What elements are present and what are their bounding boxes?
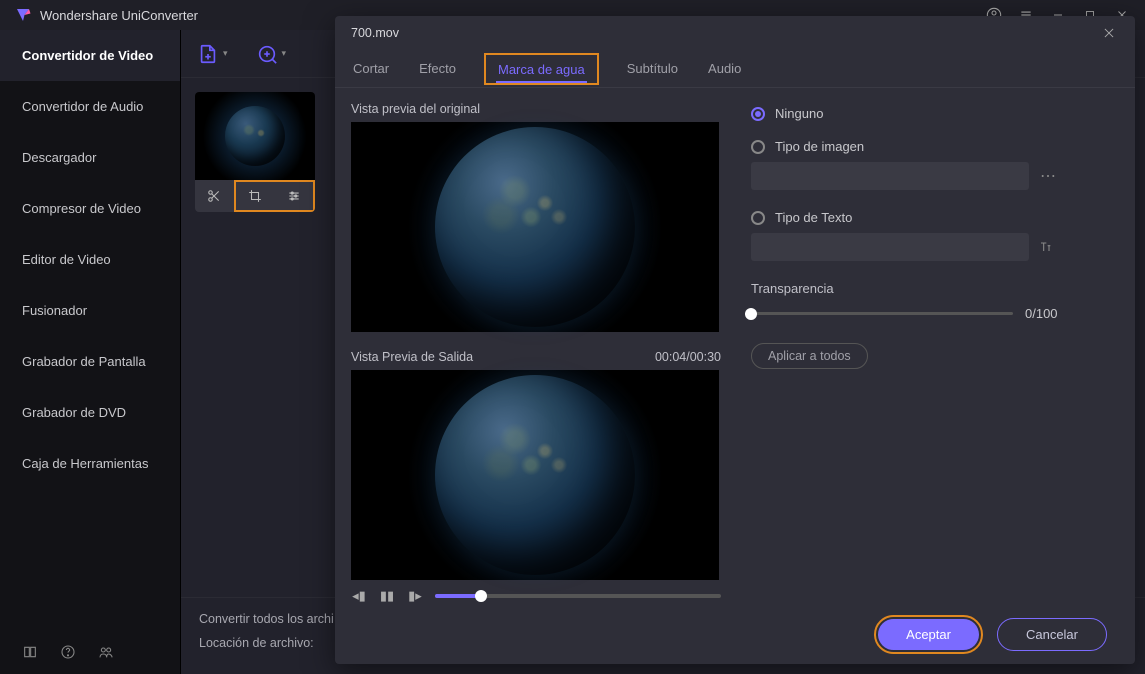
transparency-label: Transparencia <box>751 281 1119 296</box>
thumbnail-preview <box>195 92 315 180</box>
add-file-button[interactable]: ▾ <box>197 43 228 65</box>
transparency-value: 0/100 <box>1025 306 1058 321</box>
browse-image-icon[interactable]: ⋯ <box>1037 166 1059 186</box>
highlighted-accept-wrapper: Aceptar <box>874 615 983 654</box>
app-logo: Wondershare UniConverter <box>14 6 198 24</box>
time-display: 00:04/00:30 <box>655 350 721 364</box>
apply-all-button[interactable]: Aplicar a todos <box>751 343 868 369</box>
tab-watermark[interactable]: Marca de agua <box>496 58 587 83</box>
app-title: Wondershare UniConverter <box>40 8 198 23</box>
transparency-slider[interactable] <box>751 312 1013 315</box>
sidebar-item-downloader[interactable]: Descargador <box>0 132 180 183</box>
output-preview-label: Vista Previa de Salida <box>351 350 473 364</box>
add-url-button[interactable]: ▾ <box>256 43 287 65</box>
sidebar-item-screen-recorder[interactable]: Grabador de Pantalla <box>0 336 180 387</box>
watermark-options: Ninguno Tipo de imagen ⋯ Tipo de Texto <box>751 102 1119 604</box>
playback-slider[interactable] <box>435 594 721 598</box>
radio-text[interactable] <box>751 211 765 225</box>
sidebar-item-merger[interactable]: Fusionador <box>0 285 180 336</box>
pause-icon[interactable]: ▮▮ <box>379 588 395 604</box>
help-icon[interactable] <box>60 644 76 660</box>
text-input[interactable] <box>751 233 1029 261</box>
tab-subtitle[interactable]: Subtítulo <box>625 57 680 80</box>
chevron-down-icon: ▾ <box>223 48 228 59</box>
edit-modal: 700.mov Cortar Efecto Marca de agua Subt… <box>335 16 1135 664</box>
modal-filename: 700.mov <box>351 26 399 40</box>
cancel-button[interactable]: Cancelar <box>997 618 1107 651</box>
next-frame-icon[interactable]: ▮▸ <box>407 588 423 604</box>
radio-none[interactable] <box>751 107 765 121</box>
option-image-label: Tipo de imagen <box>775 139 864 154</box>
sidebar-item-video-converter[interactable]: Convertidor de Video <box>0 30 180 81</box>
guide-icon[interactable] <box>22 644 38 660</box>
sidebar-item-dvd-burner[interactable]: Grabador de DVD <box>0 387 180 438</box>
original-preview <box>351 122 719 332</box>
tab-audio[interactable]: Audio <box>706 57 743 80</box>
sidebar-item-video-compressor[interactable]: Compresor de Video <box>0 183 180 234</box>
text-style-icon[interactable] <box>1037 239 1059 255</box>
chevron-down-icon: ▾ <box>282 48 287 59</box>
close-icon[interactable] <box>1099 23 1119 43</box>
image-path-input[interactable] <box>751 162 1029 190</box>
option-text-label: Tipo de Texto <box>775 210 852 225</box>
sidebar-item-video-editor[interactable]: Editor de Video <box>0 234 180 285</box>
file-thumbnail[interactable] <box>195 92 315 212</box>
logo-icon <box>14 6 32 24</box>
preview-column: Vista previa del original Vista Previa d… <box>351 102 721 604</box>
accept-button[interactable]: Aceptar <box>878 619 979 650</box>
output-preview <box>351 370 719 580</box>
highlighted-edit-group <box>234 180 315 212</box>
option-none-label: Ninguno <box>775 106 823 121</box>
sidebar-item-audio-converter[interactable]: Convertidor de Audio <box>0 81 180 132</box>
tab-effect[interactable]: Efecto <box>417 57 458 80</box>
radio-image[interactable] <box>751 140 765 154</box>
cut-icon[interactable] <box>195 180 234 212</box>
modal-tabs: Cortar Efecto Marca de agua Subtítulo Au… <box>335 50 1135 88</box>
original-preview-label: Vista previa del original <box>351 102 721 116</box>
tab-cut[interactable]: Cortar <box>351 57 391 80</box>
prev-frame-icon[interactable]: ◂▮ <box>351 588 367 604</box>
effects-icon[interactable] <box>274 182 313 210</box>
sidebar: Convertidor de Video Convertidor de Audi… <box>0 30 181 674</box>
sidebar-item-toolbox[interactable]: Caja de Herramientas <box>0 438 180 489</box>
modal-footer: Aceptar Cancelar <box>335 604 1135 664</box>
highlighted-tab-wrapper: Marca de agua <box>484 53 599 85</box>
crop-icon[interactable] <box>236 182 275 210</box>
community-icon[interactable] <box>98 644 114 660</box>
player-controls: ◂▮ ▮▮ ▮▸ <box>351 584 721 604</box>
